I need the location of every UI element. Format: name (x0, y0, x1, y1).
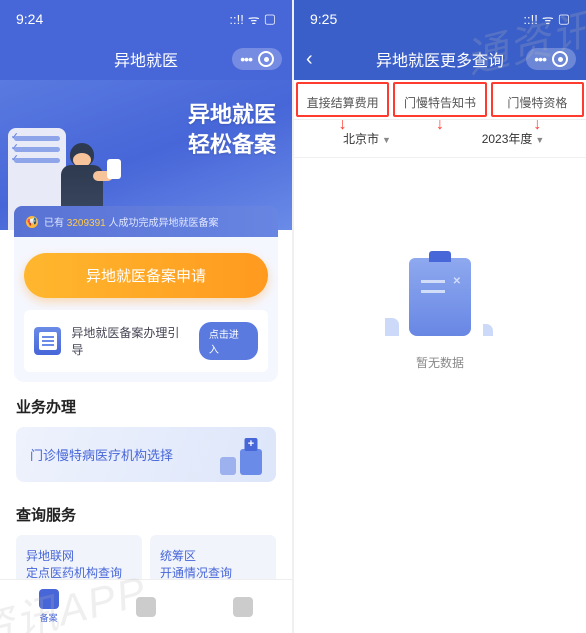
empty-state: ✕ 暂无数据 (294, 258, 586, 371)
back-icon[interactable]: ‹ (306, 48, 313, 71)
caret-down-icon: ▼ (535, 135, 544, 145)
caret-down-icon: ▼ (382, 135, 391, 145)
annotation-arrow-icon: ↓ (436, 116, 444, 134)
phone-right: 9:25 ::!! ᯤ ▢ ‹ 异地就医更多查询 ••• 直接结算费用 ↓ 门慢… (294, 0, 586, 633)
nav-capsule[interactable]: ••• (232, 48, 282, 70)
navbar: 异地就医 ••• (0, 38, 292, 80)
status-time: 9:25 (310, 11, 337, 27)
tab-filing[interactable]: 备案 (0, 580, 97, 633)
tab-icon-2 (136, 597, 156, 617)
tabs-row: 直接结算费用 ↓ 门慢特告知书 ↓ 门慢特资格 ↓ (294, 80, 586, 120)
notice-count: 3209391 (67, 218, 106, 229)
annotation-arrow-icon: ↓ (533, 116, 541, 134)
statusbar: 9:25 ::!! ᯤ ▢ (294, 0, 586, 38)
section-title-query: 查询服务 (16, 504, 276, 525)
more-icon[interactable]: ••• (240, 51, 252, 67)
nav-capsule[interactable]: ••• (526, 48, 576, 70)
phone-left: 9:24 ::!! ᯤ ▢ 异地就医 ••• 异地就医 轻松备案 📢 (0, 0, 292, 633)
section-business: 业务办理 门诊慢特病医疗机构选择 (0, 382, 292, 490)
tab-3[interactable] (195, 580, 292, 633)
section-title-business: 业务办理 (16, 396, 276, 417)
cta-container: 异地就医备案申请 异地就医备案办理引导 点击进入 (14, 237, 278, 382)
apply-button[interactable]: 异地就医备案申请 (24, 253, 268, 298)
tab-chronic-eligibility[interactable]: 门慢特资格 ↓ (491, 82, 584, 117)
filter-city[interactable]: 北京市▼ (294, 130, 440, 147)
navbar: ‹ 异地就医更多查询 ••• (294, 38, 586, 80)
battery-icon: ▢ (558, 11, 570, 27)
annotation-arrow-icon: ↓ (339, 116, 347, 134)
wifi-icon: ᯤ (542, 10, 554, 28)
target-icon[interactable] (552, 51, 568, 67)
tab-chronic-notice[interactable]: 门慢特告知书 ↓ (393, 82, 486, 117)
guide-enter-button[interactable]: 点击进入 (199, 322, 258, 360)
status-time: 9:24 (16, 11, 43, 27)
nav-title: 异地就医 (114, 47, 178, 71)
signal-icon: ::!! (229, 12, 243, 27)
target-icon[interactable] (258, 51, 274, 67)
guide-label: 异地就医备案办理引导 (71, 324, 188, 358)
status-icons: ::!! ᯤ ▢ (229, 10, 276, 28)
nav-title: 异地就医更多查询 (376, 47, 504, 71)
hospital-icon (220, 449, 262, 475)
empty-text: 暂无数据 (416, 354, 464, 371)
signal-icon: ::!! (523, 12, 537, 27)
document-icon (34, 327, 61, 355)
notice-bar: 📢 已有 3209391 人成功完成异地就医备案 (14, 206, 278, 237)
tab-2[interactable] (97, 580, 194, 633)
filter-year[interactable]: 2023年度▼ (440, 130, 586, 147)
business-card[interactable]: 门诊慢特病医疗机构选择 (16, 427, 276, 482)
tab-icon-filing (39, 589, 59, 609)
speaker-icon: 📢 (26, 216, 38, 228)
battery-icon: ▢ (264, 11, 276, 27)
clipboard-icon: ✕ (409, 258, 471, 336)
guide-card[interactable]: 异地就医备案办理引导 点击进入 (24, 310, 268, 372)
tab-direct-settlement[interactable]: 直接结算费用 ↓ (296, 82, 389, 117)
status-icons: ::!! ᯤ ▢ (523, 10, 570, 28)
tabbar: 备案 (0, 579, 292, 633)
more-icon[interactable]: ••• (534, 51, 546, 67)
tab-icon-3 (233, 597, 253, 617)
statusbar: 9:24 ::!! ᯤ ▢ (0, 0, 292, 38)
wifi-icon: ᯤ (248, 10, 260, 28)
